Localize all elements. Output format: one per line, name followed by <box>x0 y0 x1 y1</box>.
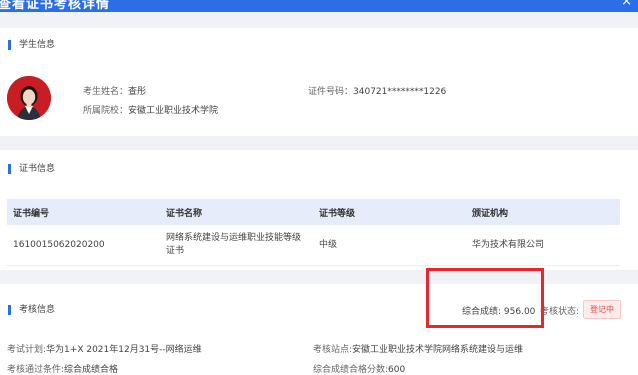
exam-site-field: 考核站点:安徽工业职业技术学院网络系统建设与运维 <box>313 345 524 355</box>
exam-plan-value: 华为1+X 2021年12月31号--网络运维 <box>46 345 202 355</box>
column-header: 证书编号 <box>7 199 160 225</box>
student-id-value: 340721********1226 <box>353 87 447 97</box>
pass-condition-field: 考核通过条件:综合成绩合格 <box>7 365 119 375</box>
column-header: 证书名称 <box>160 199 313 225</box>
column-header: 证书等级 <box>313 199 466 225</box>
student-name-field: 考生姓名：查彤 <box>83 87 147 97</box>
exam-site-value: 安徽工业职业技术学院网络系统建设与运维 <box>352 345 524 355</box>
pass-score-value: 600 <box>388 365 406 375</box>
score-value: 956.00 <box>503 307 536 317</box>
certificate-level-cell: 中级 <box>313 225 466 266</box>
status-badge: 登记中 <box>583 300 621 319</box>
student-photo <box>7 76 51 120</box>
section-title-certificate: 证书信息 <box>8 164 55 174</box>
certificate-number-cell: 1610015062020200 <box>7 225 160 266</box>
column-header: 颁证机构 <box>466 199 620 225</box>
section-title-student: 学生信息 <box>8 40 55 50</box>
student-info-card: 学生信息 <box>0 28 638 136</box>
avatar <box>7 76 51 120</box>
dialog-title: 查看证书考核详情 <box>0 0 111 12</box>
pass-condition-value: 综合成绩合格 <box>64 365 119 375</box>
table-header-row: 证书编号 证书名称 证书等级 颁证机构 <box>7 199 620 225</box>
student-id-field: 证件号码：340721********1226 <box>308 87 447 97</box>
certificate-table: 证书编号 证书名称 证书等级 颁证机构 1610015062020200 网络系… <box>7 199 620 266</box>
pass-score-field: 综合成绩合格分数:600 <box>313 365 406 375</box>
close-icon[interactable]: × <box>621 0 632 9</box>
student-school-value: 安徽工业职业技术学院 <box>128 106 219 116</box>
student-name-value: 查彤 <box>128 87 147 97</box>
certificate-issuer-cell: 华为技术有限公司 <box>466 225 620 266</box>
certificate-name-cell: 网络系统建设与运维职业技能等级证书 <box>160 225 313 266</box>
dialog-header: 查看证书考核详情 × <box>0 0 638 12</box>
section-title-exam: 考核信息 <box>8 305 55 315</box>
table-row: 1610015062020200 网络系统建设与运维职业技能等级证书 中级 华为… <box>7 225 620 266</box>
score-field: 综合成绩: 956.00 <box>462 307 536 317</box>
exam-plan-field: 考试计划:华为1+X 2021年12月31号--网络运维 <box>7 345 202 355</box>
student-school-field: 所属院校：安徽工业职业技术学院 <box>83 106 219 116</box>
status-label: 考核状态: <box>540 307 580 317</box>
